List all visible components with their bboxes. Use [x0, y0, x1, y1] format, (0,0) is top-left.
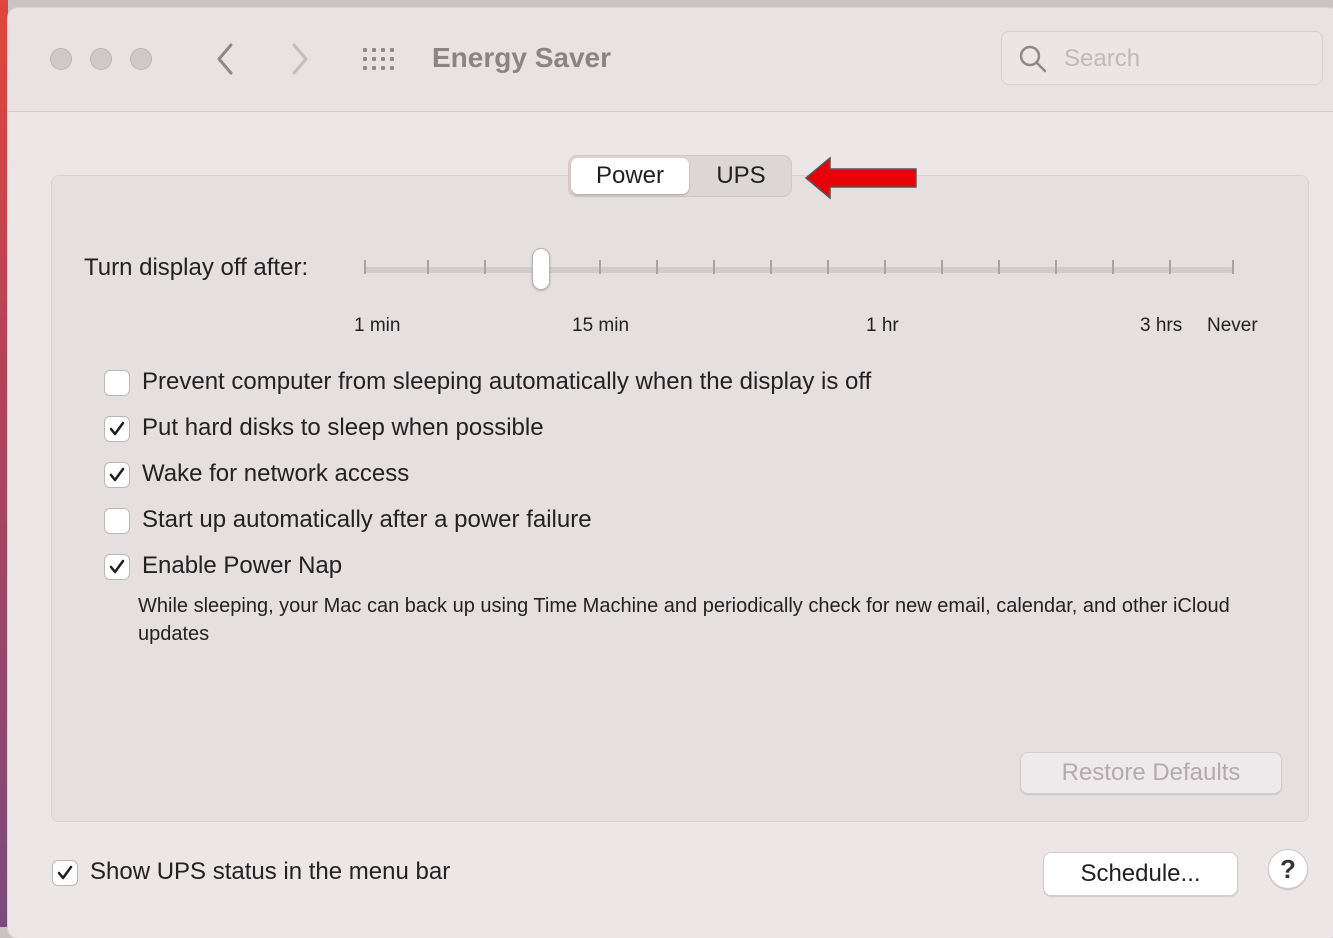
slider-tick [713, 260, 715, 274]
show-all-grid-icon[interactable] [363, 48, 397, 72]
slider-tick [884, 260, 886, 274]
slider-tick [770, 260, 772, 274]
tick-label-1-hr: 1 hr [866, 315, 899, 336]
power-nap-label: Enable Power Nap [142, 552, 343, 579]
power-nap-checkbox[interactable] [104, 554, 130, 580]
tick-label-15-min: 15 min [572, 315, 630, 336]
slider-tick [998, 260, 1000, 274]
hard-disks-sleep-checkbox[interactable] [104, 416, 130, 442]
slider-tick [1055, 260, 1057, 274]
slider-tick [427, 260, 429, 274]
red-annotation-arrow-icon [804, 156, 917, 200]
slider-tick [1169, 260, 1171, 274]
tab-power[interactable]: Power [571, 158, 689, 194]
checkmark-icon [57, 865, 73, 880]
help-button[interactable]: ? [1268, 849, 1308, 889]
tab-segmented-control: Power UPS [568, 155, 792, 197]
wake-network-label: Wake for network access [142, 460, 410, 487]
title-bar: Energy Saver [8, 8, 1333, 112]
search-icon [1019, 45, 1047, 73]
tab-ups[interactable]: UPS [693, 158, 789, 194]
prevent-sleep-label: Prevent computer from sleeping automatic… [142, 368, 872, 395]
schedule-button[interactable]: Schedule... [1043, 852, 1238, 896]
minimize-window-button[interactable] [90, 48, 112, 70]
display-off-label: Turn display off after: [84, 254, 309, 281]
checkmark-icon [109, 467, 125, 482]
back-arrow-icon[interactable] [213, 41, 237, 83]
ups-status-label: Show UPS status in the menu bar [90, 858, 451, 885]
checkmark-icon [109, 421, 125, 436]
close-window-button[interactable] [50, 48, 72, 70]
slider-tick [941, 260, 943, 274]
slider-tick [484, 260, 486, 274]
wake-network-checkbox[interactable] [104, 462, 130, 488]
startup-after-failure-label: Start up automatically after a power fai… [142, 506, 592, 533]
slider-tick [599, 260, 601, 274]
window-title: Energy Saver [432, 42, 611, 73]
search-input[interactable] [1062, 40, 1316, 78]
slider-tick [1112, 260, 1114, 274]
display-off-slider[interactable] [364, 267, 1234, 273]
slider-tick [827, 260, 829, 274]
tick-label-never: Never [1207, 315, 1258, 336]
desktop-edge [0, 0, 8, 927]
tick-label-1-min: 1 min [354, 315, 401, 336]
energy-saver-window: Energy Saver Power UPS Turn display off … [8, 8, 1333, 938]
checkmark-icon [109, 559, 125, 574]
restore-defaults-button[interactable]: Restore Defaults [1020, 752, 1282, 794]
power-nap-description: While sleeping, your Mac can back up usi… [138, 595, 1230, 645]
hard-disks-sleep-label: Put hard disks to sleep when possible [142, 414, 544, 441]
zoom-window-button[interactable] [130, 48, 152, 70]
prevent-sleep-checkbox[interactable] [104, 370, 130, 396]
slider-tick [656, 260, 658, 274]
ups-status-checkbox[interactable] [52, 860, 78, 886]
tick-label-3-hrs: 3 hrs [1140, 315, 1183, 336]
startup-after-failure-checkbox[interactable] [104, 508, 130, 534]
display-off-slider-thumb[interactable] [532, 248, 550, 290]
search-field[interactable] [1001, 31, 1323, 85]
forward-arrow-icon[interactable] [288, 41, 312, 83]
slider-tick [364, 260, 366, 274]
slider-tick [1232, 260, 1234, 274]
